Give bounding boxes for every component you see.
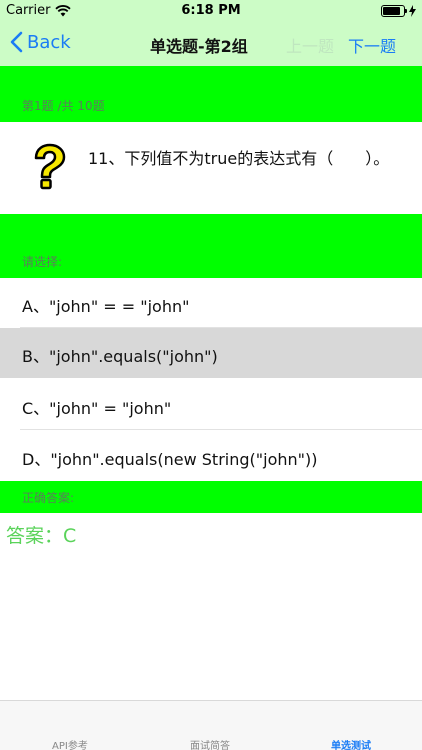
option-b-label: B、"john".equals("john") [22, 347, 218, 366]
tab-api-reference[interactable]: API参考 [52, 737, 88, 750]
battery-level [383, 7, 400, 15]
back-button[interactable]: Back [10, 31, 71, 53]
correct-answer-label: 正确答案: [22, 491, 75, 505]
divider [20, 429, 422, 430]
tab-interview-qa[interactable]: 面试简答 [190, 737, 230, 750]
question-card: 11、下列值不为true的表达式有（ ）。 [0, 122, 422, 214]
option-d-label: D、"john".equals(new String("john")) [22, 450, 318, 469]
progress-band: 第1题 /共 10题 [0, 66, 422, 122]
answer-text: 答案：C [6, 525, 77, 547]
status-bar: Carrier 6:18 PM [0, 0, 422, 22]
charging-bolt-icon [409, 5, 416, 17]
next-question-button[interactable]: 下一题 [348, 33, 396, 57]
tab-single-choice-test[interactable]: 单选测试 [331, 737, 371, 750]
question-mark-icon [34, 143, 66, 190]
choose-label: 请选择: [22, 255, 63, 269]
option-a-label: A、"john" = = "john" [22, 297, 190, 316]
navigation-bar: Back 单选题-第2组 上一题 下一题 [0, 22, 422, 66]
chevron-left-icon [10, 31, 23, 53]
option-c-label: C、"john" = "john" [22, 399, 172, 418]
option-b[interactable]: B、"john".equals("john") [0, 328, 422, 378]
choose-band: 请选择: [0, 214, 422, 278]
status-right [381, 5, 416, 17]
option-c[interactable]: C、"john" = "john" [0, 380, 422, 430]
page-title: 单选题-第2组 [150, 37, 248, 56]
correct-answer-band: 正确答案: [0, 481, 422, 513]
question-text: 11、下列值不为true的表达式有（ ）。 [88, 149, 390, 168]
tab-bar: API参考 面试简答 单选测试 [0, 700, 422, 750]
battery-icon [381, 5, 407, 17]
back-label: Back [27, 31, 71, 53]
previous-question-button[interactable]: 上一题 [286, 33, 334, 57]
option-a[interactable]: A、"john" = = "john" [0, 278, 422, 328]
question-progress: 第1题 /共 10题 [22, 99, 105, 113]
status-time: 6:18 PM [181, 3, 241, 18]
option-d[interactable]: D、"john".equals(new String("john")) [0, 431, 422, 481]
